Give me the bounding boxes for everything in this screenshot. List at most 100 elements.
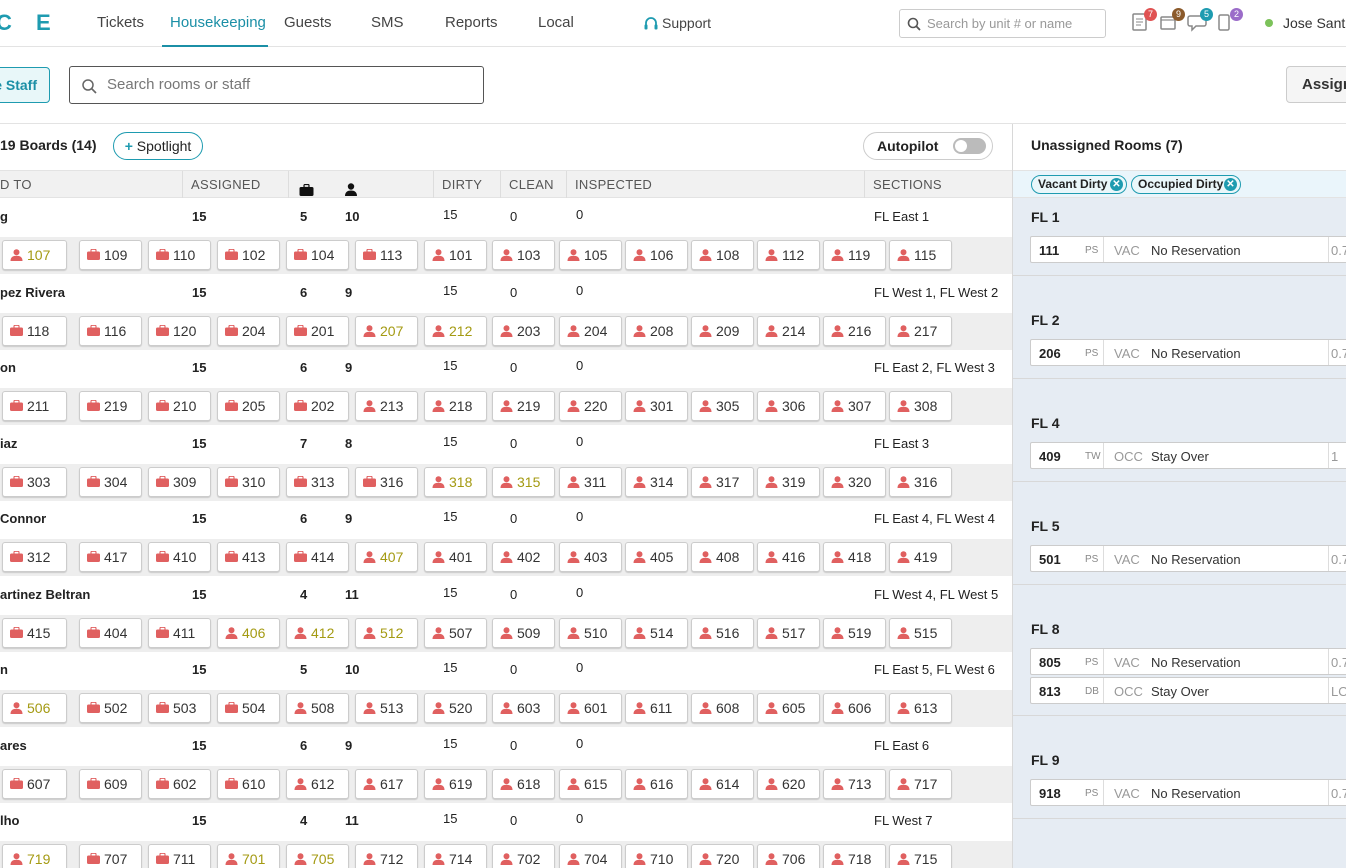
room-card[interactable]: 207 <box>355 316 418 346</box>
room-card[interactable]: 618 <box>492 769 555 799</box>
room-card[interactable]: 208 <box>625 316 688 346</box>
room-card[interactable]: 517 <box>757 618 820 648</box>
room-card[interactable]: 308 <box>889 391 952 421</box>
room-card[interactable]: 202 <box>286 391 349 421</box>
room-card[interactable]: 616 <box>625 769 688 799</box>
room-card[interactable]: 507 <box>424 618 487 648</box>
room-card[interactable]: 615 <box>559 769 622 799</box>
room-card[interactable]: 106 <box>625 240 688 270</box>
room-card[interactable]: 411 <box>148 618 211 648</box>
board-staff-row[interactable]: on 15 6 9 15 0 0 FL East 2, FL West 3 <box>0 349 1012 388</box>
room-card[interactable]: 315 <box>492 467 555 497</box>
room-card[interactable]: 404 <box>79 618 142 648</box>
room-card[interactable]: 717 <box>889 769 952 799</box>
room-card[interactable]: 415 <box>2 618 67 648</box>
room-card[interactable]: 714 <box>424 844 487 868</box>
room-card[interactable]: 105 <box>559 240 622 270</box>
room-card[interactable]: 304 <box>79 467 142 497</box>
room-card[interactable]: 605 <box>757 693 820 723</box>
room-card[interactable]: 211 <box>2 391 67 421</box>
room-card[interactable]: 515 <box>889 618 952 648</box>
room-card[interactable]: 706 <box>757 844 820 868</box>
room-card[interactable]: 715 <box>889 844 952 868</box>
room-card[interactable]: 718 <box>823 844 886 868</box>
room-card[interactable]: 510 <box>559 618 622 648</box>
room-card[interactable]: 217 <box>889 316 952 346</box>
room-card[interactable]: 320 <box>823 467 886 497</box>
room-card[interactable]: 410 <box>148 542 211 572</box>
room-card[interactable]: 205 <box>217 391 280 421</box>
room-card[interactable]: 418 <box>823 542 886 572</box>
room-card[interactable]: 611 <box>625 693 688 723</box>
room-card[interactable]: 316 <box>889 467 952 497</box>
room-card[interactable]: 707 <box>79 844 142 868</box>
room-card[interactable]: 602 <box>148 769 211 799</box>
room-card[interactable]: 314 <box>625 467 688 497</box>
room-card[interactable]: 712 <box>355 844 418 868</box>
room-card[interactable]: 209 <box>691 316 754 346</box>
room-card[interactable]: 310 <box>217 467 280 497</box>
unassigned-room-card[interactable]: 813 DB OCC Stay Over LO <box>1030 676 1346 704</box>
room-card[interactable]: 103 <box>492 240 555 270</box>
room-card[interactable]: 508 <box>286 693 349 723</box>
board-staff-row[interactable]: lho 15 4 11 15 0 0 FL West 7 <box>0 802 1012 841</box>
room-card[interactable]: 204 <box>217 316 280 346</box>
chat-notification[interactable]: 5 <box>1187 8 1213 32</box>
spotlight-button[interactable]: + Spotlight <box>113 132 203 160</box>
room-card[interactable]: 109 <box>79 240 142 270</box>
tickets-notification[interactable]: 7 <box>1131 8 1157 32</box>
room-card[interactable]: 311 <box>559 467 622 497</box>
room-card[interactable]: 608 <box>691 693 754 723</box>
room-card[interactable]: 307 <box>823 391 886 421</box>
room-staff-search-input[interactable]: Search rooms or staff <box>69 66 484 104</box>
room-card[interactable]: 214 <box>757 316 820 346</box>
room-card[interactable]: 614 <box>691 769 754 799</box>
col-sections[interactable]: SECTIONS <box>873 171 942 198</box>
room-card[interactable]: 101 <box>424 240 487 270</box>
room-card[interactable]: 413 <box>217 542 280 572</box>
room-card[interactable]: 408 <box>691 542 754 572</box>
room-card[interactable]: 203 <box>492 316 555 346</box>
room-card[interactable]: 218 <box>424 391 487 421</box>
unassigned-room-card[interactable]: 111 PS VAC No Reservation 0.75 <box>1030 236 1346 263</box>
room-card[interactable]: 612 <box>286 769 349 799</box>
col-assigned-to[interactable]: D TO <box>0 171 32 198</box>
room-card[interactable]: 601 <box>559 693 622 723</box>
room-card[interactable]: 710 <box>625 844 688 868</box>
close-icon[interactable]: ✕ <box>1110 178 1123 191</box>
room-card[interactable]: 405 <box>625 542 688 572</box>
support-link[interactable]: Support <box>643 0 711 46</box>
room-card[interactable]: 407 <box>355 542 418 572</box>
room-card[interactable]: 303 <box>2 467 67 497</box>
room-card[interactable]: 403 <box>559 542 622 572</box>
room-card[interactable]: 313 <box>286 467 349 497</box>
room-card[interactable]: 613 <box>889 693 952 723</box>
room-card[interactable]: 305 <box>691 391 754 421</box>
autopilot-toggle[interactable]: Autopilot <box>863 132 993 160</box>
assign-button[interactable]: Assign <box>1286 66 1346 103</box>
room-card[interactable]: 406 <box>217 618 280 648</box>
room-card[interactable]: 220 <box>559 391 622 421</box>
nav-housekeeping[interactable]: Housekeeping <box>162 0 268 47</box>
room-card[interactable]: 419 <box>889 542 952 572</box>
room-card[interactable]: 414 <box>286 542 349 572</box>
board-staff-row[interactable]: Connor 15 6 9 15 0 0 FL East 4, FL West 4 <box>0 500 1012 539</box>
room-card[interactable]: 219 <box>79 391 142 421</box>
room-card[interactable]: 301 <box>625 391 688 421</box>
user-menu[interactable]: Jose Santi <box>1265 0 1346 46</box>
room-card[interactable]: 711 <box>148 844 211 868</box>
room-card[interactable]: 319 <box>757 467 820 497</box>
col-clean[interactable]: CLEAN <box>509 171 554 198</box>
room-card[interactable]: 204 <box>559 316 622 346</box>
unassigned-room-card[interactable]: 501 PS VAC No Reservation 0.75 <box>1030 545 1346 572</box>
board-staff-row[interactable]: artinez Beltran 15 4 11 15 0 0 FL West 4, FL We… <box>0 576 1012 615</box>
room-card[interactable]: 417 <box>79 542 142 572</box>
nav-local[interactable]: Local <box>538 0 574 47</box>
nav-reports[interactable]: Reports <box>445 0 498 47</box>
room-card[interactable]: 309 <box>148 467 211 497</box>
room-card[interactable]: 520 <box>424 693 487 723</box>
room-card[interactable]: 713 <box>823 769 886 799</box>
room-card[interactable]: 704 <box>559 844 622 868</box>
room-card[interactable]: 609 <box>79 769 142 799</box>
board-staff-row[interactable]: n 15 5 10 15 0 0 FL East 5, FL West 6 <box>0 651 1012 690</box>
